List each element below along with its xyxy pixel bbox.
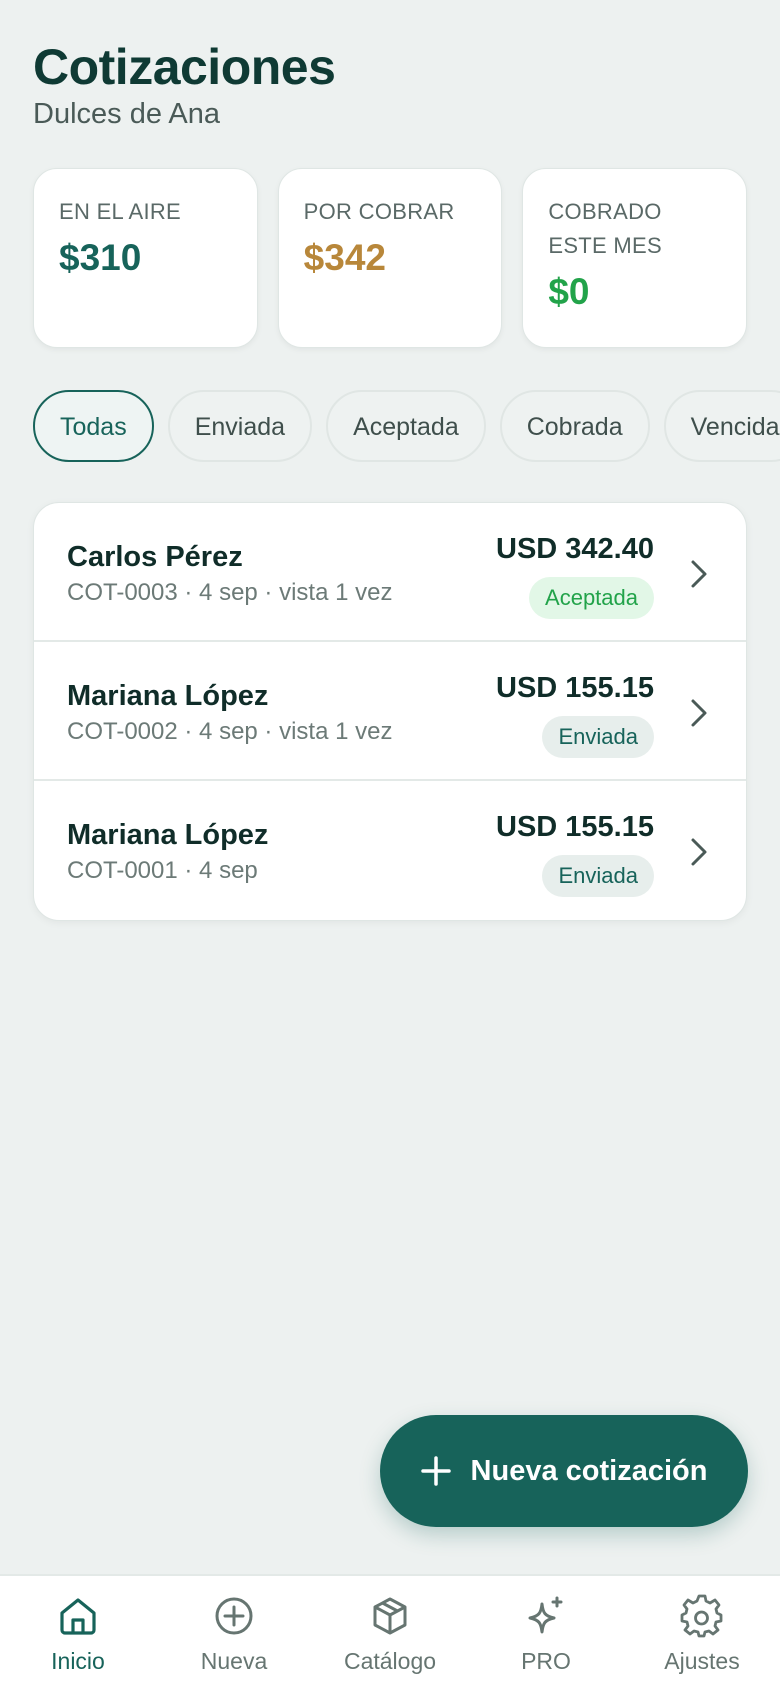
gear-icon — [680, 1594, 723, 1638]
status-badge: Enviada — [542, 716, 654, 758]
quote-row[interactable]: Carlos Pérez COT-0003 · 4 sep · vista 1 … — [34, 503, 746, 642]
new-quote-button[interactable]: Nueva cotización — [380, 1415, 748, 1527]
quote-amount: USD 342.40 — [496, 533, 654, 565]
filter-chip-todas[interactable]: Todas — [33, 390, 154, 462]
nav-label: Inicio — [51, 1648, 105, 1674]
client-name: Carlos Pérez — [67, 541, 243, 573]
client-name: Mariana López — [67, 819, 269, 851]
stat-label: EN EL AIRE — [59, 199, 182, 224]
filter-chip-enviada[interactable]: Enviada — [167, 390, 313, 462]
quote-meta: COT-0001 · 4 sep — [67, 857, 258, 884]
nav-item-catalogo[interactable]: Catálogo — [330, 1594, 450, 1675]
nav-item-nueva[interactable]: Nueva — [174, 1594, 294, 1675]
sparkle-icon — [528, 1596, 563, 1634]
nav-item-pro[interactable]: PRO — [486, 1594, 606, 1675]
stat-card-cobrado-este-mes: COBRADO ESTE MES $0 — [522, 168, 748, 348]
stat-label: POR COBRAR — [303, 199, 455, 224]
page-header: Cotizaciones Dulces de Ana — [33, 38, 336, 131]
business-name: Dulces de Ana — [33, 98, 221, 130]
box-icon — [373, 1597, 407, 1635]
chevron-right-icon — [691, 560, 707, 588]
stat-label: COBRADO ESTE MES — [548, 199, 662, 258]
status-badge: Enviada — [542, 855, 654, 897]
stat-value: $0 — [548, 271, 590, 312]
quote-meta: COT-0002 · 4 sep · vista 1 vez — [67, 718, 393, 745]
nav-item-ajustes[interactable]: Ajustes — [642, 1594, 762, 1675]
chevron-right-icon — [691, 838, 707, 866]
filter-chips: Todas Enviada Aceptada Cobrada Vencida — [33, 390, 780, 462]
filter-chip-vencida[interactable]: Vencida — [663, 390, 780, 462]
nav-label: Nueva — [200, 1648, 268, 1674]
page-title: Cotizaciones — [33, 39, 336, 95]
quote-row[interactable]: Mariana López COT-0001 · 4 sep USD 155.1… — [34, 781, 746, 920]
home-icon — [60, 1598, 96, 1635]
status-badge: Aceptada — [529, 577, 654, 619]
quote-row[interactable]: Mariana López COT-0002 · 4 sep · vista 1… — [34, 642, 746, 781]
quote-amount: USD 155.15 — [496, 672, 654, 704]
nav-label: Ajustes — [664, 1648, 740, 1674]
stat-value: $310 — [59, 237, 142, 278]
quote-meta: COT-0003 · 4 sep · vista 1 vez — [67, 579, 393, 606]
plus-circle-icon — [215, 1597, 253, 1635]
nav-item-inicio[interactable]: Inicio — [18, 1594, 138, 1675]
nav-label: Catálogo — [343, 1648, 437, 1674]
stat-card-en-el-aire: EN EL AIRE $310 — [33, 168, 258, 348]
new-quote-label: Nueva cotización — [470, 1454, 708, 1487]
filter-chip-aceptada[interactable]: Aceptada — [326, 390, 486, 462]
nav-label: PRO — [521, 1648, 571, 1674]
filter-chip-cobrada[interactable]: Cobrada — [499, 390, 650, 462]
stat-card-por-cobrar: POR COBRAR $342 — [277, 168, 503, 348]
summary-cards: EN EL AIRE $310 POR COBRAR $342 COBRADO … — [33, 168, 748, 348]
client-name: Mariana López — [67, 680, 269, 712]
bottom-nav: Inicio Nueva Catálogo PRO Ajustes — [0, 1574, 780, 1688]
quote-list: Carlos Pérez COT-0003 · 4 sep · vista 1 … — [33, 502, 747, 921]
quote-amount: USD 155.15 — [496, 811, 654, 843]
plus-icon — [420, 1456, 451, 1486]
chevron-right-icon — [691, 699, 707, 727]
stat-value: $342 — [303, 237, 386, 278]
